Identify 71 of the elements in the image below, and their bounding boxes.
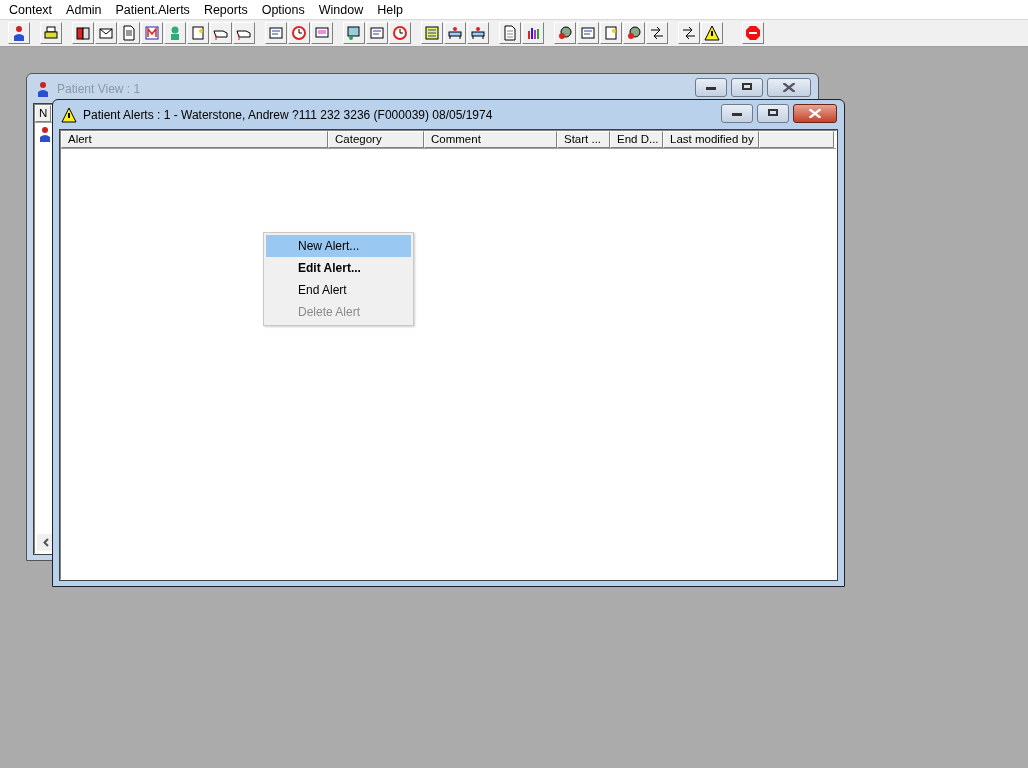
toolbar-button[interactable] bbox=[72, 22, 94, 44]
toolbar-button[interactable] bbox=[554, 22, 576, 44]
person-icon bbox=[37, 125, 53, 142]
printer-icon bbox=[43, 25, 59, 41]
form-icon bbox=[369, 25, 385, 41]
maximize-button[interactable] bbox=[731, 77, 763, 97]
toolbar-button[interactable] bbox=[646, 22, 668, 44]
book-icon bbox=[75, 25, 91, 41]
close-button[interactable] bbox=[767, 77, 811, 97]
form-icon bbox=[580, 25, 596, 41]
menu-item[interactable]: Window bbox=[311, 0, 371, 19]
toolbar-button[interactable] bbox=[343, 22, 365, 44]
menu-item[interactable]: Options bbox=[254, 0, 312, 19]
close-icon bbox=[809, 108, 821, 118]
close-button[interactable] bbox=[793, 103, 837, 123]
toolbar-button[interactable] bbox=[40, 22, 62, 44]
page-icon bbox=[502, 25, 518, 41]
toolbar-button[interactable] bbox=[701, 22, 723, 44]
toolbar-button[interactable] bbox=[522, 22, 544, 44]
toolbar-button[interactable] bbox=[678, 22, 700, 44]
document-icon bbox=[121, 25, 137, 41]
column-header[interactable]: Alert bbox=[61, 131, 328, 148]
menu-item[interactable]: End Alert bbox=[266, 279, 411, 301]
menu-item[interactable]: Reports bbox=[196, 0, 255, 19]
clock-icon bbox=[291, 25, 307, 41]
column-header[interactable] bbox=[759, 131, 834, 148]
envelope-icon bbox=[98, 25, 114, 41]
warning-icon bbox=[704, 25, 720, 41]
monitor-icon bbox=[314, 25, 330, 41]
menu-item[interactable]: Context bbox=[2, 0, 60, 19]
close-icon bbox=[783, 82, 795, 92]
person-icon bbox=[11, 25, 27, 41]
note-icon bbox=[603, 25, 619, 41]
arrows-icon bbox=[681, 25, 697, 41]
toolbar-button[interactable] bbox=[210, 22, 232, 44]
letter-m-icon bbox=[144, 25, 160, 41]
clock-icon bbox=[392, 25, 408, 41]
screen-icon bbox=[346, 25, 362, 41]
column-header[interactable]: Category bbox=[328, 131, 424, 148]
maximize-button[interactable] bbox=[757, 103, 789, 123]
minimize-button[interactable] bbox=[695, 77, 727, 97]
window-title: Patient Alerts : 1 - Waterstone, Andrew ?111 232 3236 (F000039) 08/05/1974 bbox=[83, 107, 493, 124]
maximize-icon bbox=[768, 109, 778, 117]
menu-item[interactable]: Admin bbox=[59, 0, 109, 19]
column-header[interactable]: End D... bbox=[610, 131, 663, 148]
list-icon bbox=[424, 25, 440, 41]
toolbar-button[interactable] bbox=[8, 22, 30, 44]
warning-icon bbox=[61, 107, 77, 123]
menu-item[interactable]: Help bbox=[370, 0, 410, 19]
toolbar-button[interactable] bbox=[95, 22, 117, 44]
column-header[interactable]: Comment bbox=[424, 131, 557, 148]
menu-item[interactable]: Edit Alert... bbox=[266, 257, 411, 279]
form-icon bbox=[268, 25, 284, 41]
person-icon bbox=[35, 81, 51, 97]
menu-item[interactable]: New Alert... bbox=[266, 235, 411, 257]
stop-icon bbox=[745, 25, 761, 41]
toolbar-button[interactable] bbox=[623, 22, 645, 44]
window-title: Patient View : 1 bbox=[57, 81, 141, 98]
column-header[interactable]: Last modified by bbox=[663, 131, 759, 148]
column-header[interactable]: N bbox=[35, 105, 51, 122]
bed-icon bbox=[470, 25, 486, 41]
maximize-icon bbox=[742, 83, 752, 91]
bed-icon bbox=[447, 25, 463, 41]
menu-item[interactable]: Patient.Alerts bbox=[108, 0, 197, 19]
chevron-left-icon bbox=[42, 538, 49, 547]
note-icon bbox=[190, 25, 206, 41]
toolbar-button[interactable] bbox=[233, 22, 255, 44]
bar-chart-icon bbox=[525, 25, 541, 41]
column-header[interactable]: Start ... bbox=[557, 131, 610, 148]
arrows-icon bbox=[649, 25, 665, 41]
minimize-button[interactable] bbox=[721, 103, 753, 123]
